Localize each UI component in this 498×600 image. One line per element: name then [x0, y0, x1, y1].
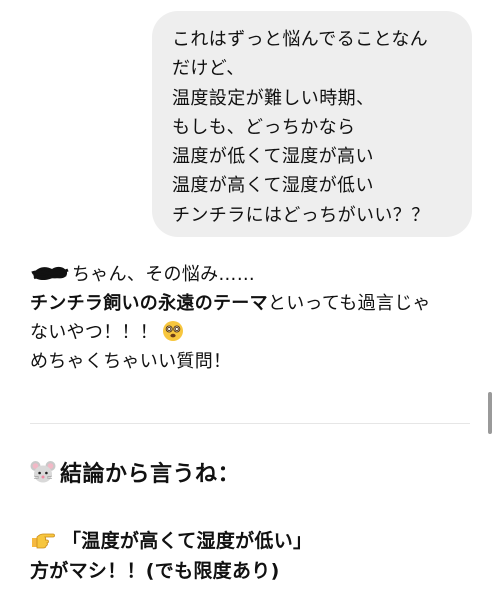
- pointing-right-hand-icon: [32, 533, 55, 549]
- section-divider: [30, 423, 470, 424]
- user-message-line: もしも、どっちかなら: [172, 116, 356, 138]
- user-message-line: チンチラにはどっちがいい？？: [172, 204, 430, 226]
- user-message-line: だけど、: [172, 58, 245, 80]
- reply-exclaim-line: ないやつ！！！: [30, 318, 470, 347]
- mouse-face-icon: [30, 461, 56, 483]
- user-message-line: 温度が高くて湿度が低い: [172, 175, 374, 197]
- user-message-bubble: これはずっと悩んでることなん だけど、 温度設定が難しい時期、 もしも、どっちか…: [152, 11, 472, 237]
- assistant-reply: ちゃん、その悩み…… チンチラ飼いの永遠のテーマといっても過言じゃ ないやつ！！…: [30, 260, 470, 376]
- conclusion-line-1: 「温度が高くて湿度が低い」: [30, 526, 470, 556]
- conclusion-text-1: 「温度が高くて湿度が低い」: [62, 530, 313, 552]
- reply-line2-rest: といっても過言じゃ: [267, 293, 431, 314]
- dizzy-face-emoji-icon: [163, 321, 184, 341]
- conclusion-line-2: 方がマシ！！(でも限度あり): [30, 560, 280, 582]
- user-message-line: これはずっと悩んでることなん: [172, 29, 429, 50]
- conclusion-heading-text: 結論から言うね：: [60, 462, 241, 487]
- chat-screen: これはずっと悩んでることなん だけど、 温度設定が難しい時期、 もしも、どっちか…: [0, 0, 498, 600]
- scrollbar-thumb[interactable]: [488, 392, 492, 434]
- reply-greeting: ちゃん、その悩み……: [72, 264, 255, 285]
- conclusion-block: 「温度が高くて湿度が低い」 方がマシ！！(でも限度あり): [30, 526, 470, 586]
- reply-question-line: めちゃくちゃいい質問！: [30, 351, 232, 372]
- reply-emphasis: チンチラ飼いの永遠のテーマ: [30, 293, 268, 314]
- user-message-line: 温度が低くて湿度が高い: [172, 146, 374, 168]
- reply-greeting-line: ちゃん、その悩み……: [30, 260, 470, 289]
- redacted-name-scribble-icon: [31, 266, 69, 280]
- reply-theme-line: チンチラ飼いの永遠のテーマといっても過言じゃ: [30, 289, 470, 318]
- user-message-line: 温度設定が難しい時期、: [172, 87, 375, 109]
- conclusion-heading: 結論から言うね：: [30, 456, 240, 490]
- reply-line3: ないやつ！！！: [30, 322, 159, 343]
